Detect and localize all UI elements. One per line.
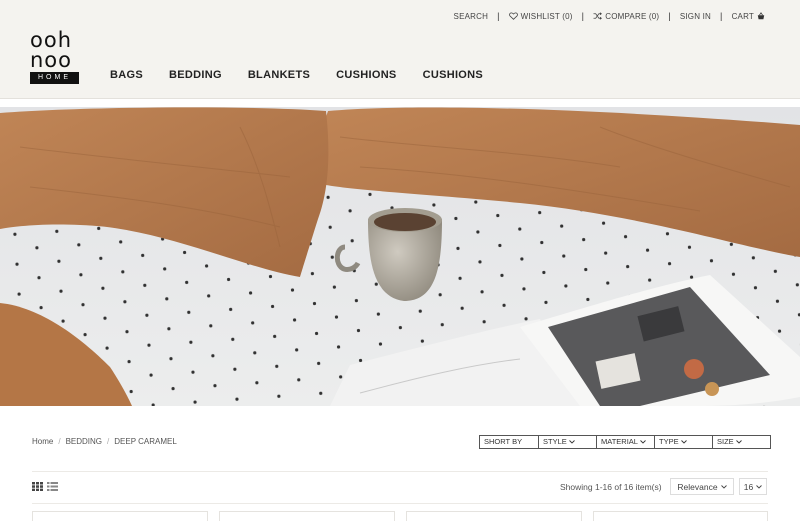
site-header: ooh noo HOME SEARCH | WISHLIST (0) | COM… xyxy=(0,0,800,99)
filter-style[interactable]: STYLE xyxy=(538,436,596,448)
view-toggles xyxy=(32,482,58,491)
top-links-separator: | xyxy=(668,11,671,21)
filter-sort-by-label: SHORT BY xyxy=(484,437,523,446)
breadcrumb-separator: / xyxy=(107,437,110,446)
grid-icon[interactable] xyxy=(32,482,43,491)
compare-link[interactable]: COMPARE (0) xyxy=(593,12,659,21)
logo-word-mid: noo xyxy=(30,48,73,72)
logo-word-top: ooh xyxy=(30,28,73,52)
wishlist-link[interactable]: WISHLIST (0) xyxy=(508,11,573,21)
per-page-select[interactable]: 16 xyxy=(739,478,767,495)
filter-size-label: SIZE xyxy=(717,437,734,446)
chevron-down-icon xyxy=(735,440,742,444)
breadcrumb-bedding[interactable]: BEDDING xyxy=(66,437,102,446)
top-links: SEARCH | WISHLIST (0) | COMPARE (0) | SI… xyxy=(454,11,765,21)
filter-style-label: STYLE xyxy=(543,437,567,446)
filter-size[interactable]: SIZE xyxy=(712,436,770,448)
search-link[interactable]: SEARCH xyxy=(454,12,489,21)
breadcrumb: Home / BEDDING / DEEP CARAMEL xyxy=(32,437,177,446)
filter-material-label: MATERIAL xyxy=(601,437,638,446)
basket-icon xyxy=(757,12,765,20)
filter-sort-by[interactable]: SHORT BY xyxy=(480,436,538,448)
per-page-value: 16 xyxy=(743,481,754,492)
divider xyxy=(32,503,768,504)
breadcrumb-home[interactable]: Home xyxy=(32,437,53,446)
chevron-down-icon xyxy=(756,484,763,489)
signin-link[interactable]: SIGN IN xyxy=(680,12,711,21)
results-count: Showing 1-16 of 16 item(s) xyxy=(560,482,662,492)
wishlist-link-label: WISHLIST (0) xyxy=(520,11,573,21)
divider xyxy=(32,471,768,472)
breadcrumb-separator: / xyxy=(58,437,61,446)
chevron-down-icon xyxy=(720,484,727,489)
hero-illustration xyxy=(0,107,800,406)
filter-bar: SHORT BY STYLE MATERIAL TYPE SIZE xyxy=(479,435,771,449)
product-card[interactable] xyxy=(32,511,208,521)
main-nav: BAGS BEDDING BLANKETS CUSHIONS CUSHIONS xyxy=(110,69,509,81)
filter-type-label: TYPE xyxy=(659,437,679,446)
top-links-separator: | xyxy=(581,11,585,21)
nav-item-bags[interactable]: BAGS xyxy=(110,69,143,81)
cart-link[interactable]: CART xyxy=(732,12,765,21)
product-card[interactable] xyxy=(219,511,395,521)
nav-item-cushions[interactable]: CUSHIONS xyxy=(336,69,396,81)
nav-item-blankets[interactable]: BLANKETS xyxy=(248,69,310,81)
cart-link-label: CART xyxy=(731,11,754,21)
sort-select-value: Relevance xyxy=(677,481,718,492)
product-card[interactable] xyxy=(406,511,582,521)
list-icon[interactable] xyxy=(47,482,58,491)
product-grid xyxy=(32,511,768,521)
search-link-label: SEARCH xyxy=(453,11,489,21)
shuffle-icon xyxy=(593,12,603,20)
chevron-down-icon xyxy=(680,440,687,444)
top-links-separator: | xyxy=(497,11,500,21)
logo-home-bar: HOME xyxy=(30,72,79,84)
compare-link-label: COMPARE (0) xyxy=(605,11,660,21)
nav-item-bedding[interactable]: BEDDING xyxy=(169,69,222,81)
chevron-down-icon xyxy=(568,440,575,444)
heart-icon xyxy=(508,12,518,20)
sort-select[interactable]: Relevance xyxy=(670,478,734,495)
filter-type[interactable]: TYPE xyxy=(654,436,712,448)
product-card[interactable] xyxy=(593,511,768,521)
logo[interactable]: ooh noo HOME xyxy=(30,30,80,84)
signin-link-label: SIGN IN xyxy=(679,11,712,21)
breadcrumb-current: DEEP CARAMEL xyxy=(114,437,177,446)
filter-material[interactable]: MATERIAL xyxy=(596,436,654,448)
top-links-separator: | xyxy=(720,11,723,21)
category-hero-image xyxy=(0,107,800,406)
nav-item-cushions-2[interactable]: CUSHIONS xyxy=(423,69,483,81)
chevron-down-icon xyxy=(640,440,646,444)
